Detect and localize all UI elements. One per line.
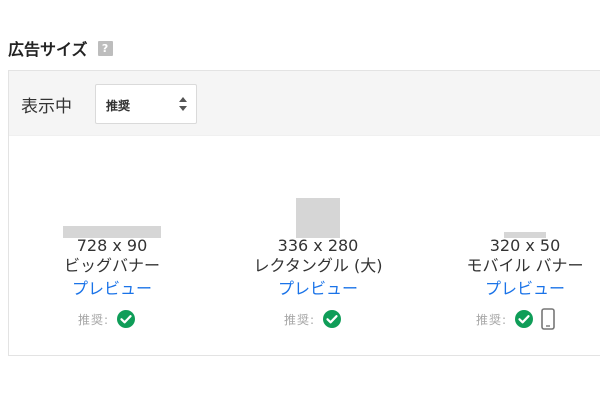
ad-size-label: 336 x 280	[277, 236, 359, 255]
ad-name-label: ビッグバナー	[63, 256, 160, 275]
ad-size-card-mobile-banner: 320 x 50 モバイル バナー プレビュー 推奨:	[455, 200, 595, 340]
ad-size-label: 320 x 50	[489, 236, 561, 255]
recommended-label: 推奨:	[284, 312, 316, 327]
mobile-phone-icon	[541, 308, 555, 330]
check-icon	[515, 310, 534, 328]
filter-label: 表示中	[21, 97, 72, 117]
preview-link[interactable]: プレビュー	[455, 279, 595, 299]
ad-name-label: モバイル バナー	[466, 256, 584, 275]
recommended-label: 推奨:	[78, 312, 110, 327]
preview-link[interactable]: プレビュー	[248, 279, 388, 299]
ad-thumbnail	[296, 198, 340, 238]
ad-name-label: レクタングル (大)	[253, 256, 383, 275]
select-arrows-icon	[179, 97, 187, 111]
filter-select[interactable]: 推奨	[95, 84, 197, 124]
ad-size-card-large-rectangle: 336 x 280 レクタングル (大) プレビュー 推奨:	[248, 198, 388, 340]
recommended-row: 推奨:	[476, 308, 555, 330]
section-title: 広告サイズ	[8, 40, 88, 59]
preview-link[interactable]: プレビュー	[42, 279, 182, 299]
recommended-row: 推奨:	[78, 308, 136, 330]
section-header: 広告サイズ ?	[8, 36, 113, 60]
ad-size-card-leaderboard: 728 x 90 ビッグバナー プレビュー 推奨:	[42, 200, 182, 340]
filter-toolbar: 表示中 推奨	[9, 71, 600, 136]
help-icon[interactable]: ?	[97, 40, 113, 56]
recommended-label: 推奨:	[476, 312, 508, 327]
ad-size-label: 728 x 90	[76, 236, 148, 255]
filter-select-value: 推奨	[106, 99, 131, 113]
check-icon	[323, 310, 342, 328]
check-icon	[117, 310, 136, 328]
recommended-row: 推奨:	[284, 308, 342, 330]
